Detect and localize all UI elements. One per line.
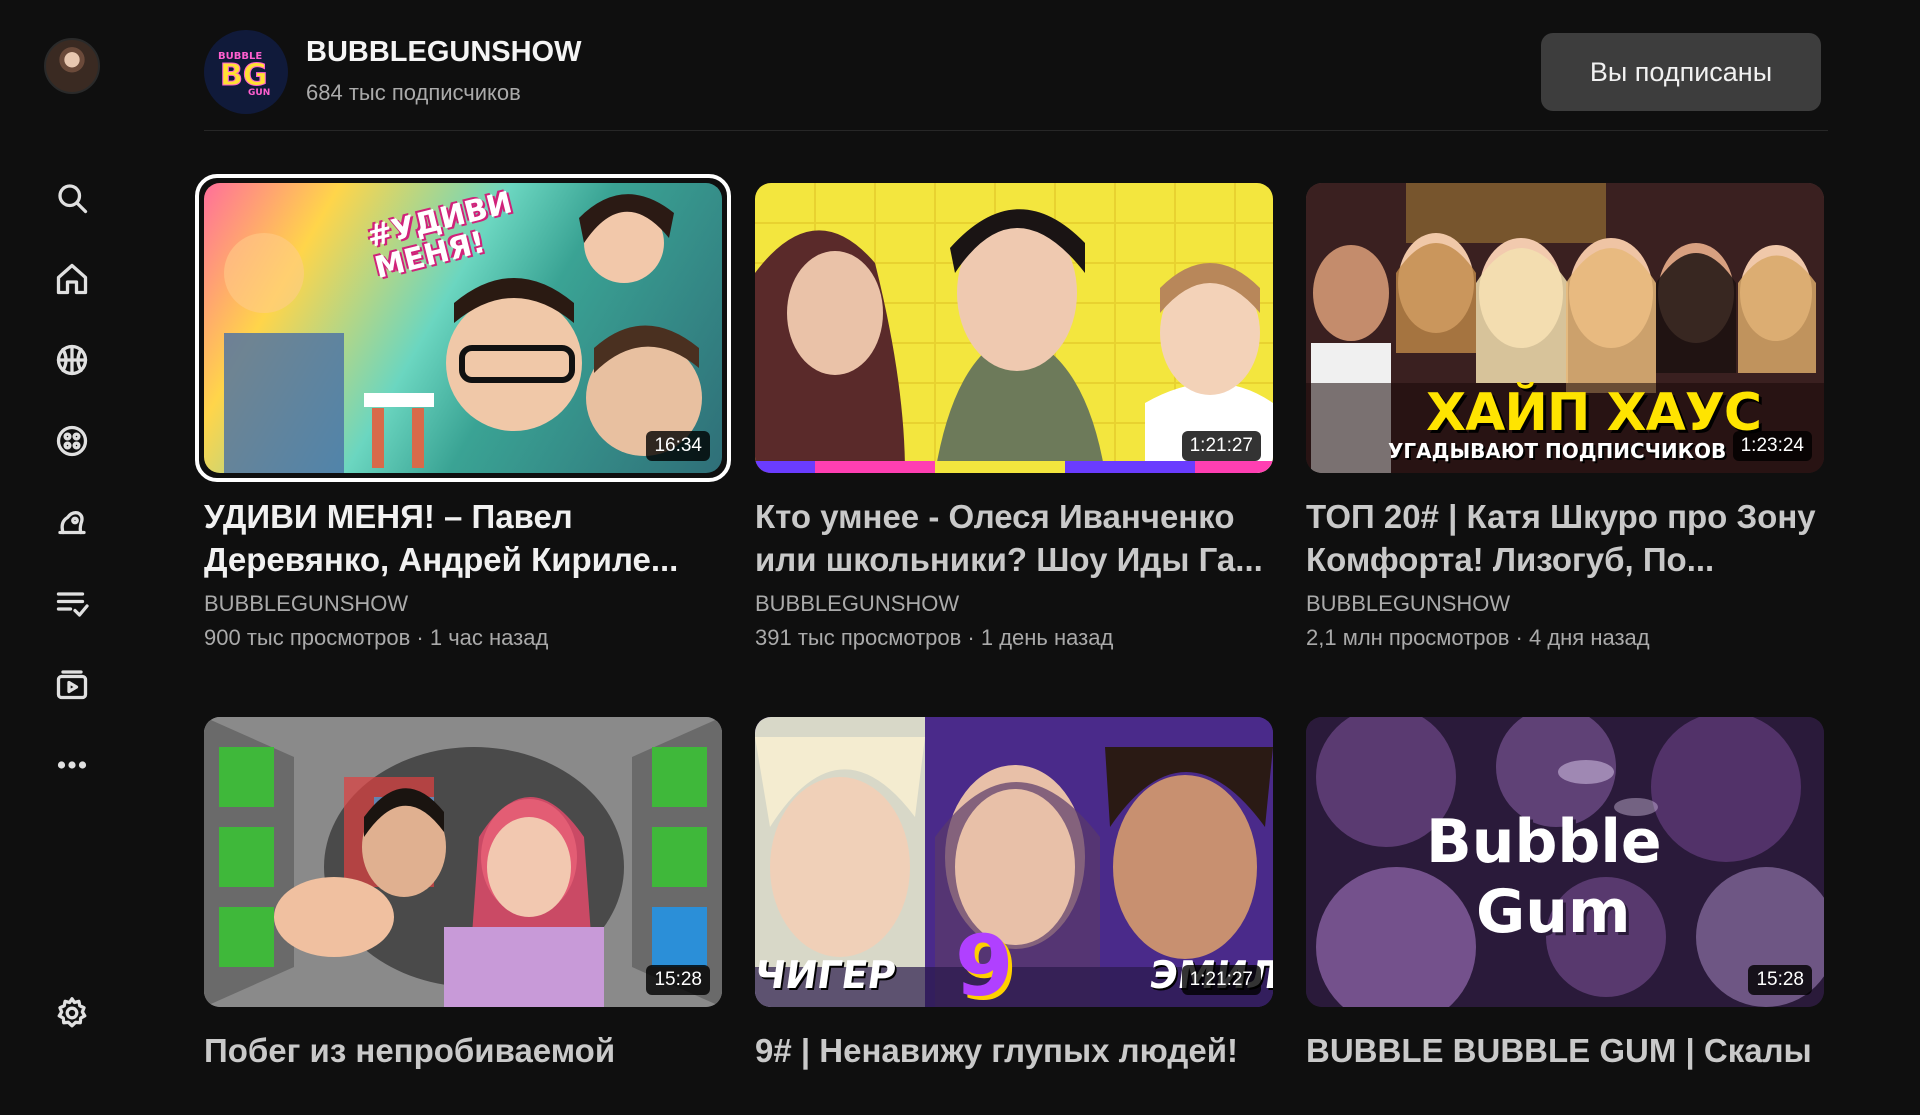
video-card[interactable]: 1:21:27 Кто умнее - Олеся Иванченко или … xyxy=(755,183,1273,651)
video-thumbnail[interactable]: ЧИГЕР 9 ЭМИЛ 1:21:27 xyxy=(755,717,1273,1007)
playlist-icon[interactable] xyxy=(52,583,92,623)
video-card[interactable]: 15:28 Побег из непробиваемой xyxy=(204,717,722,1115)
video-channel: BUBBLEGUNSHOW xyxy=(204,591,409,616)
sidebar xyxy=(0,0,145,1080)
video-stats: 391 тыс просмотров · 1 день назад xyxy=(755,625,1114,650)
video-title: УДИВИ МЕНЯ! – Павел Деревянко, Андрей Ки… xyxy=(204,498,679,578)
subscribed-button[interactable]: Вы подписаны xyxy=(1541,33,1821,111)
subscriptions-icon[interactable] xyxy=(52,664,92,704)
thumbnail-overlay-text: ХАЙП ХАУС xyxy=(1426,383,1762,443)
video-channel: BUBBLEGUNSHOW xyxy=(1306,591,1511,616)
channel-logo[interactable]: BUBBLE BG GUN xyxy=(204,30,288,114)
video-title: BUBBLE BUBBLE GUM | Скалы xyxy=(1306,1032,1812,1069)
video-duration: 1:23:24 xyxy=(1732,431,1812,461)
home-icon[interactable] xyxy=(52,259,92,299)
video-title: 9# | Ненавижу глупых людей! xyxy=(755,1032,1238,1069)
video-duration: 16:34 xyxy=(646,431,710,461)
video-card[interactable]: ХАЙП ХАУС УГАДЫВАЮТ ПОДПИСЧИКОВ 1:23:24 … xyxy=(1306,183,1824,651)
video-thumbnail[interactable]: ХАЙП ХАУС УГАДЫВАЮТ ПОДПИСЧИКОВ 1:23:24 xyxy=(1306,183,1824,473)
video-title: ТОП 20# | Катя Шкуро про Зону Комфорта! … xyxy=(1306,498,1816,578)
video-card[interactable]: ЧИГЕР 9 ЭМИЛ 1:21:27 9# | Ненавижу глупы… xyxy=(755,717,1273,1115)
video-duration: 1:21:27 xyxy=(1181,431,1261,461)
video-thumbnail[interactable]: 15:28 xyxy=(204,717,722,1007)
thumbnail-overlay-left: ЧИГЕР xyxy=(755,953,899,997)
thumbnail-episode-number: 9 xyxy=(955,917,1014,1007)
video-duration: 1:21:27 xyxy=(1181,965,1261,995)
video-duration: 15:28 xyxy=(1748,965,1812,995)
thumbnail-overlay-text2: Gum xyxy=(1476,877,1631,947)
user-avatar[interactable] xyxy=(44,38,100,94)
video-card[interactable]: Bubble Gum 15:28 BUBBLE BUBBLE GUM | Ска… xyxy=(1306,717,1824,1115)
gaming-icon[interactable] xyxy=(52,421,92,461)
video-stats: 900 тыс просмотров · 1 час назад xyxy=(204,625,549,650)
video-channel: BUBBLEGUNSHOW xyxy=(755,591,960,616)
video-stats: 2,1 млн просмотров · 4 дня назад xyxy=(1306,625,1650,650)
video-thumbnail[interactable]: Bubble Gum 15:28 xyxy=(1306,717,1824,1007)
gear-icon[interactable] xyxy=(52,993,92,1033)
channel-name: BUBBLEGUNSHOW xyxy=(306,36,582,68)
more-icon[interactable] xyxy=(52,745,92,785)
thumbnail-overlay-text: Bubble xyxy=(1426,807,1662,877)
header-divider xyxy=(204,130,1828,131)
video-card[interactable]: #УДИВИ МЕНЯ! 16:34 УДИВИ МЕНЯ! – Павел Д… xyxy=(195,174,731,651)
subscriber-count: 684 тыс подписчиков xyxy=(306,80,521,105)
video-duration: 15:28 xyxy=(646,965,710,995)
video-title: Кто умнее - Олеся Иванченко или школьник… xyxy=(755,498,1263,578)
video-title: Побег из непробиваемой xyxy=(204,1032,616,1069)
video-thumbnail[interactable]: #УДИВИ МЕНЯ! 16:34 xyxy=(204,183,722,473)
thumbnail-overlay-subtext: УГАДЫВАЮТ ПОДПИСЧИКОВ xyxy=(1388,439,1727,463)
svg-text:GUN: GUN xyxy=(248,88,270,97)
sports-icon[interactable] xyxy=(52,340,92,380)
video-thumbnail[interactable]: 1:21:27 xyxy=(755,183,1273,473)
music-icon[interactable] xyxy=(52,502,92,542)
search-icon[interactable] xyxy=(52,178,92,218)
